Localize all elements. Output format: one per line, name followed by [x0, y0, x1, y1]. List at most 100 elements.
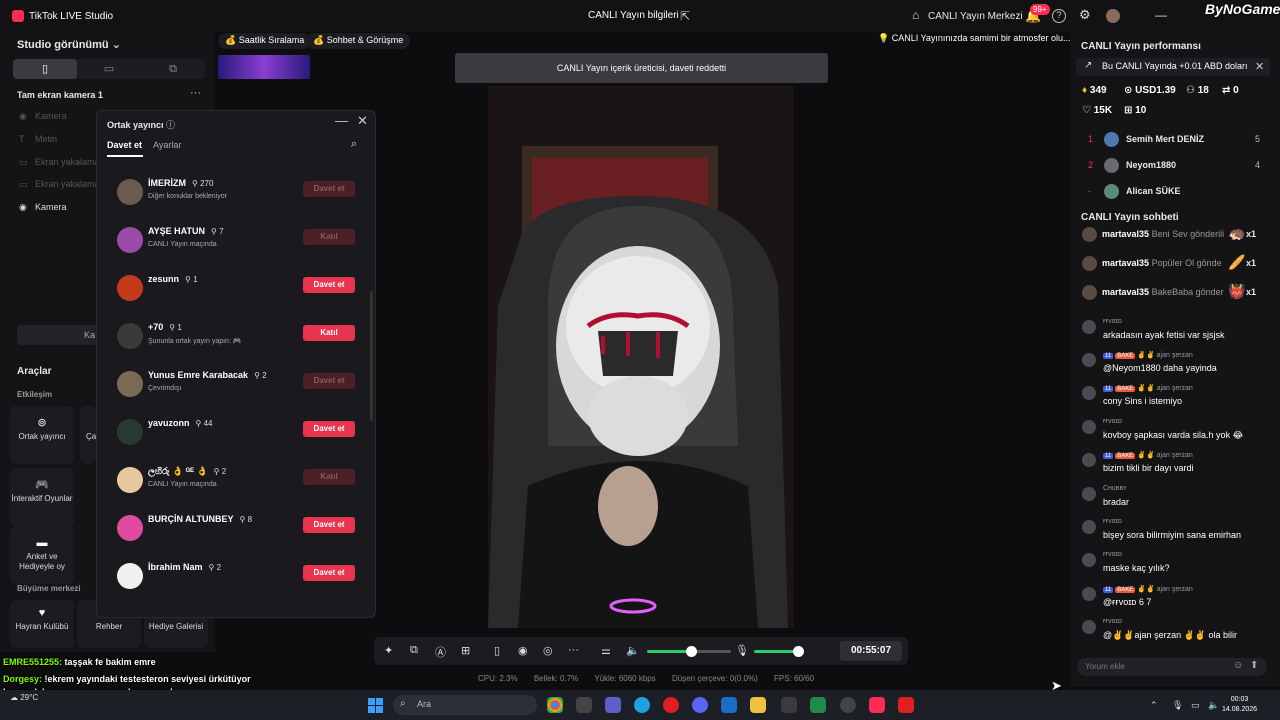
opera-icon[interactable]: [663, 697, 679, 713]
phone-icon[interactable]: ▯: [494, 644, 500, 657]
tile-partial[interactable]: Ça: [80, 406, 96, 464]
chat-username[interactable]: ғғᴠᴏɪᴅ: [1103, 318, 1122, 325]
chat-username[interactable]: 11 BAKE ✌️✌️ ajan şerzan: [1103, 384, 1193, 392]
emoji-icon[interactable]: ☺: [1233, 660, 1243, 671]
gear-icon[interactable]: ⚙: [1079, 7, 1091, 23]
chat-call-chip[interactable]: 💰 Sohbet & Görüşme: [306, 33, 411, 49]
invite-button[interactable]: Davet et: [303, 181, 355, 197]
tab-invite[interactable]: Davet et: [107, 140, 142, 150]
magic-icon[interactable]: ✦: [384, 644, 393, 657]
rank-name[interactable]: Alican SÜKE: [1126, 186, 1181, 196]
tiktok-icon[interactable]: [869, 697, 885, 713]
gift-icon: ⊞: [1124, 105, 1133, 116]
discord-icon[interactable]: [692, 697, 708, 713]
join-button[interactable]: Katıl: [303, 229, 355, 245]
rank-name[interactable]: Neyom1880: [1126, 160, 1176, 170]
home-icon[interactable]: ⌂: [912, 8, 919, 22]
poll-tile[interactable]: ▬ Anket ve Hediyeyle oy: [10, 526, 74, 584]
effects-icon[interactable]: ⧉: [410, 644, 418, 657]
banner-thumbnail[interactable]: [218, 55, 310, 79]
send-icon[interactable]: ⬆: [1250, 660, 1258, 671]
mic-volume-knob[interactable]: [793, 646, 804, 657]
search-icon[interactable]: ⌕: [351, 138, 357, 151]
display-icon[interactable]: ▭: [1191, 700, 1200, 711]
tab-settings[interactable]: Ayarlar: [153, 140, 181, 150]
chat-username[interactable]: 11 BAKE ✌️✌️ ajan şerzan: [1103, 451, 1193, 459]
ai-icon[interactable]: Ⓐ: [435, 644, 446, 660]
chat-username[interactable]: ғғᴠᴏɪᴅ: [1103, 518, 1122, 525]
chat-username[interactable]: ғғᴠᴏɪᴅ: [1103, 618, 1122, 625]
speaker-volume-knob[interactable]: [686, 646, 697, 657]
folder-icon[interactable]: [750, 697, 766, 713]
mail-icon[interactable]: [721, 697, 737, 713]
weather-widget[interactable]: ☁ 29°C: [10, 693, 38, 702]
store-icon[interactable]: [576, 697, 592, 713]
app-icon[interactable]: [840, 697, 856, 713]
join-button[interactable]: Katıl: [303, 325, 355, 341]
teams-icon[interactable]: [605, 697, 621, 713]
source-item[interactable]: ▭ Ekran yakalama: [19, 179, 100, 190]
scrollbar[interactable]: [370, 291, 373, 421]
record-icon[interactable]: ◉: [518, 644, 528, 657]
mic-volume-slider[interactable]: [754, 650, 798, 653]
invite-button[interactable]: Davet et: [303, 421, 355, 437]
more-icon[interactable]: ···: [190, 87, 201, 99]
source-item[interactable]: ◉ Kamera: [19, 202, 67, 213]
source-item[interactable]: T Metin: [19, 134, 57, 144]
invite-button[interactable]: Davet et: [303, 373, 355, 389]
tray-chevron-icon[interactable]: ⌃: [1150, 700, 1158, 711]
landscape-view-icon[interactable]: ▭: [77, 59, 141, 79]
volume-icon[interactable]: 🔈: [1208, 700, 1219, 711]
rank-name[interactable]: Semih Mert DENİZ: [1126, 134, 1204, 144]
app-icon[interactable]: [810, 697, 826, 713]
speaker-volume-slider[interactable]: [647, 650, 691, 653]
studio-view-dropdown[interactable]: Studio görünümü ⌄: [17, 38, 121, 51]
chat-text: maske kaç yılık?: [1103, 563, 1170, 573]
invite-button[interactable]: Davet et: [303, 565, 355, 581]
co-host-status: CANLI Yayın maçında: [148, 481, 217, 488]
chat-username[interactable]: 11 BAKE ✌️✌️ ajan şerzan: [1103, 351, 1193, 359]
hint-chip[interactable]: 💡 CANLI Yayınınızda samimi bir atmosfer …: [878, 33, 1070, 44]
chrome-icon[interactable]: [547, 697, 563, 713]
chrome-alt-icon[interactable]: [781, 697, 797, 713]
avatar[interactable]: [1106, 9, 1120, 23]
source-item[interactable]: ▭ Ekran yakalama: [19, 157, 100, 168]
chat-username[interactable]: ғғᴠᴏɪᴅ: [1103, 551, 1122, 558]
clock[interactable]: 00:03 14.08.2026: [1222, 695, 1257, 715]
close-icon[interactable]: ✕: [357, 113, 368, 129]
minimize-icon[interactable]: —: [335, 113, 348, 128]
interactive-games-tile[interactable]: 🎮 İnteraktif Oyunlar: [10, 468, 74, 526]
close-icon[interactable]: ✕: [1255, 60, 1264, 73]
source-item[interactable]: ◉ Kamera: [19, 111, 67, 122]
windows-start-icon[interactable]: [368, 698, 383, 713]
chat-username[interactable]: 11 BAKE ✌️✌️ ajan şerzan: [1103, 585, 1193, 593]
add-icon[interactable]: ⊞: [461, 644, 470, 657]
portrait-view-icon[interactable]: ▯: [13, 59, 77, 79]
multi-view-icon[interactable]: ⧉: [141, 59, 205, 79]
more-icon[interactable]: ···: [568, 644, 579, 656]
mixer-icon[interactable]: ⚌: [601, 644, 611, 657]
chat-text: arkadasın ayak fetisi var sjsjsk: [1103, 330, 1225, 340]
chat-username[interactable]: ғғᴠᴏɪᴅ: [1103, 418, 1122, 425]
chat-username[interactable]: Cʜᴜʙʙʏ: [1103, 485, 1127, 492]
performance-banner[interactable]: Bu CANLI Yayında +0.01 ABD doları: [1076, 58, 1270, 76]
co-host-list: İMERİZM ⚲ 270 Diğer konuklar bekleniyor D…: [97, 169, 367, 619]
fan-club-tile[interactable]: ♥ Hayran Kulübü: [10, 600, 74, 648]
speaker-icon[interactable]: 🔈: [626, 644, 640, 657]
co-host-tile[interactable]: ⊚ Ortak yayıncı: [10, 406, 74, 464]
mic-tray-icon[interactable]: 🎙: [1172, 700, 1183, 711]
camera-settings-icon[interactable]: ◎: [543, 644, 553, 657]
help-icon[interactable]: ?: [1052, 9, 1066, 23]
join-button[interactable]: Katıl: [303, 469, 355, 485]
invite-button[interactable]: Davet et: [303, 517, 355, 533]
live-center-link[interactable]: CANLI Yayın Merkezi: [928, 11, 1023, 22]
live-info-title[interactable]: CANLI Yayın bilgileri: [588, 10, 679, 21]
leaderboard-chip[interactable]: 💰 Saatlik Sıralama: [218, 33, 312, 49]
microphone-icon[interactable]: 🎙: [735, 644, 749, 657]
edge-icon[interactable]: [634, 697, 650, 713]
minimize-icon[interactable]: —: [1155, 8, 1167, 22]
share-icon[interactable]: ⇱: [680, 9, 694, 23]
taskbar-search-input[interactable]: Ara: [393, 695, 537, 715]
invite-button[interactable]: Davet et: [303, 277, 355, 293]
youtube-icon[interactable]: [898, 697, 914, 713]
